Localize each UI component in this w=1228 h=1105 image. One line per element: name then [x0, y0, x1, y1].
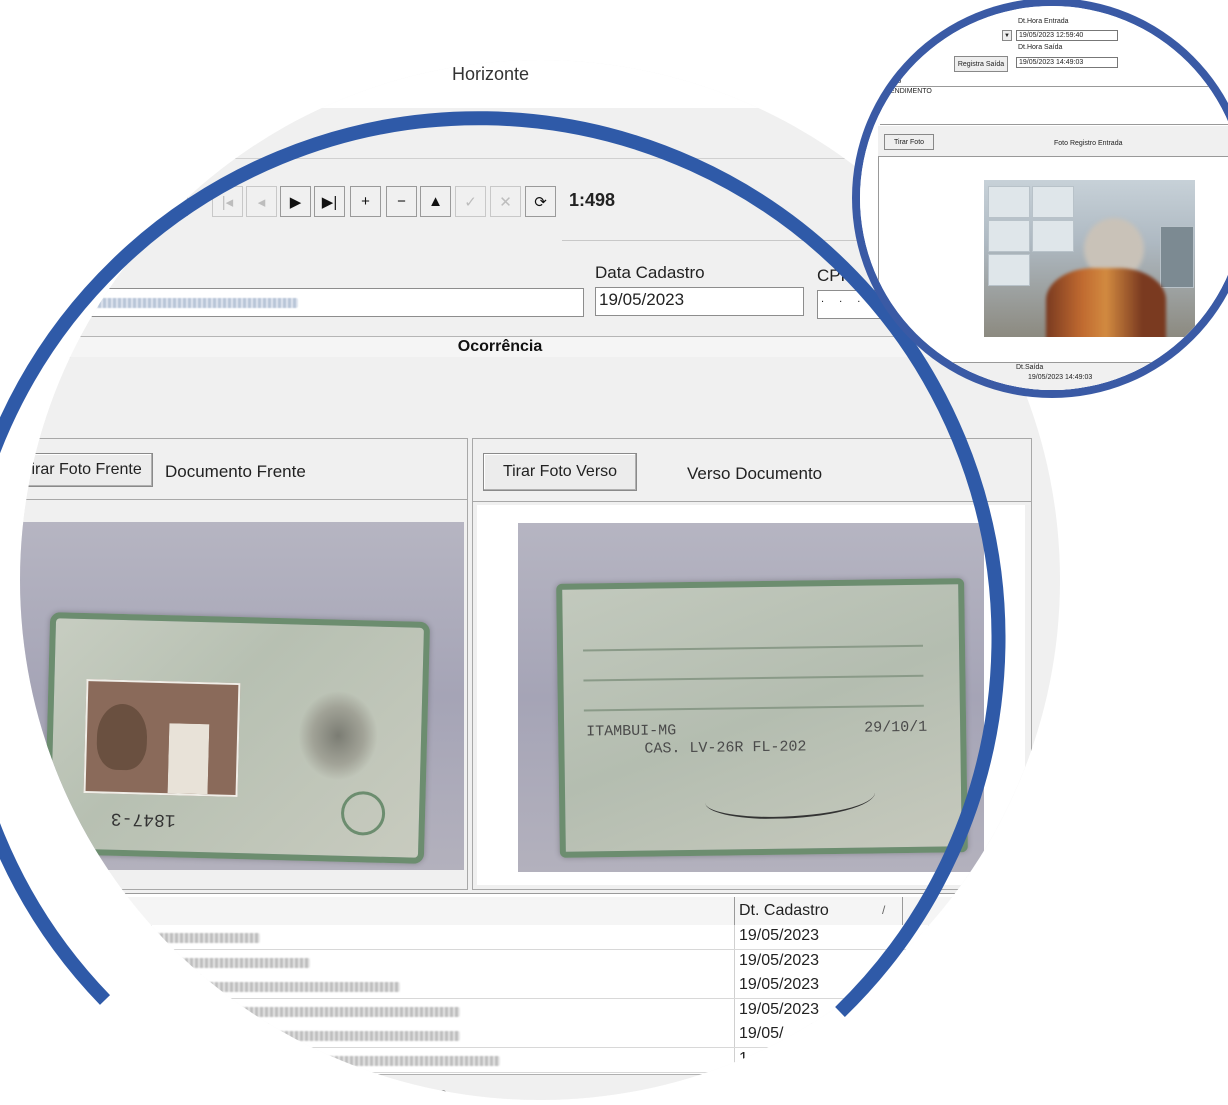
wall-tile	[988, 186, 1030, 218]
divider	[880, 124, 1228, 125]
entrada-field[interactable]: 19/05/2023 12:59:40	[1016, 30, 1118, 41]
foto-registro-label: Foto Registro Entrada	[1054, 140, 1123, 147]
dropdown-arrow-icon[interactable]: ▼	[1002, 30, 1012, 41]
wall-tile	[988, 220, 1030, 252]
divider	[880, 86, 1228, 87]
entrada-label: Dt.Hora Entrada	[1018, 18, 1069, 25]
saida-label: Dt.Hora Saída	[1018, 44, 1063, 51]
saida-field[interactable]: 19/05/2023 14:49:03	[1016, 57, 1118, 68]
foto-registro-entrada-photo	[984, 180, 1195, 337]
dt-saida-value: 19/05/2023 14:49:03	[1028, 374, 1093, 381]
door	[1160, 226, 1194, 288]
divider	[878, 156, 879, 370]
person-body	[1046, 268, 1166, 337]
cut-label: ção	[890, 78, 902, 85]
ring-arc	[0, 111, 1006, 1018]
tirar-foto-button[interactable]: Tirar Foto	[884, 134, 934, 150]
dt-saida-header: Dt.Saída	[1016, 364, 1044, 371]
wall-tile	[1032, 220, 1074, 252]
registra-saida-button[interactable]: Registra Saída	[954, 56, 1008, 72]
wall-tile	[1032, 186, 1074, 218]
inset-magnified-view: Dt.Hora Entrada ▼ 19/05/2023 12:59:40 Dt…	[860, 6, 1228, 390]
wall-tile	[988, 254, 1030, 286]
atendimento-text: ENDIMENTO	[890, 88, 932, 95]
